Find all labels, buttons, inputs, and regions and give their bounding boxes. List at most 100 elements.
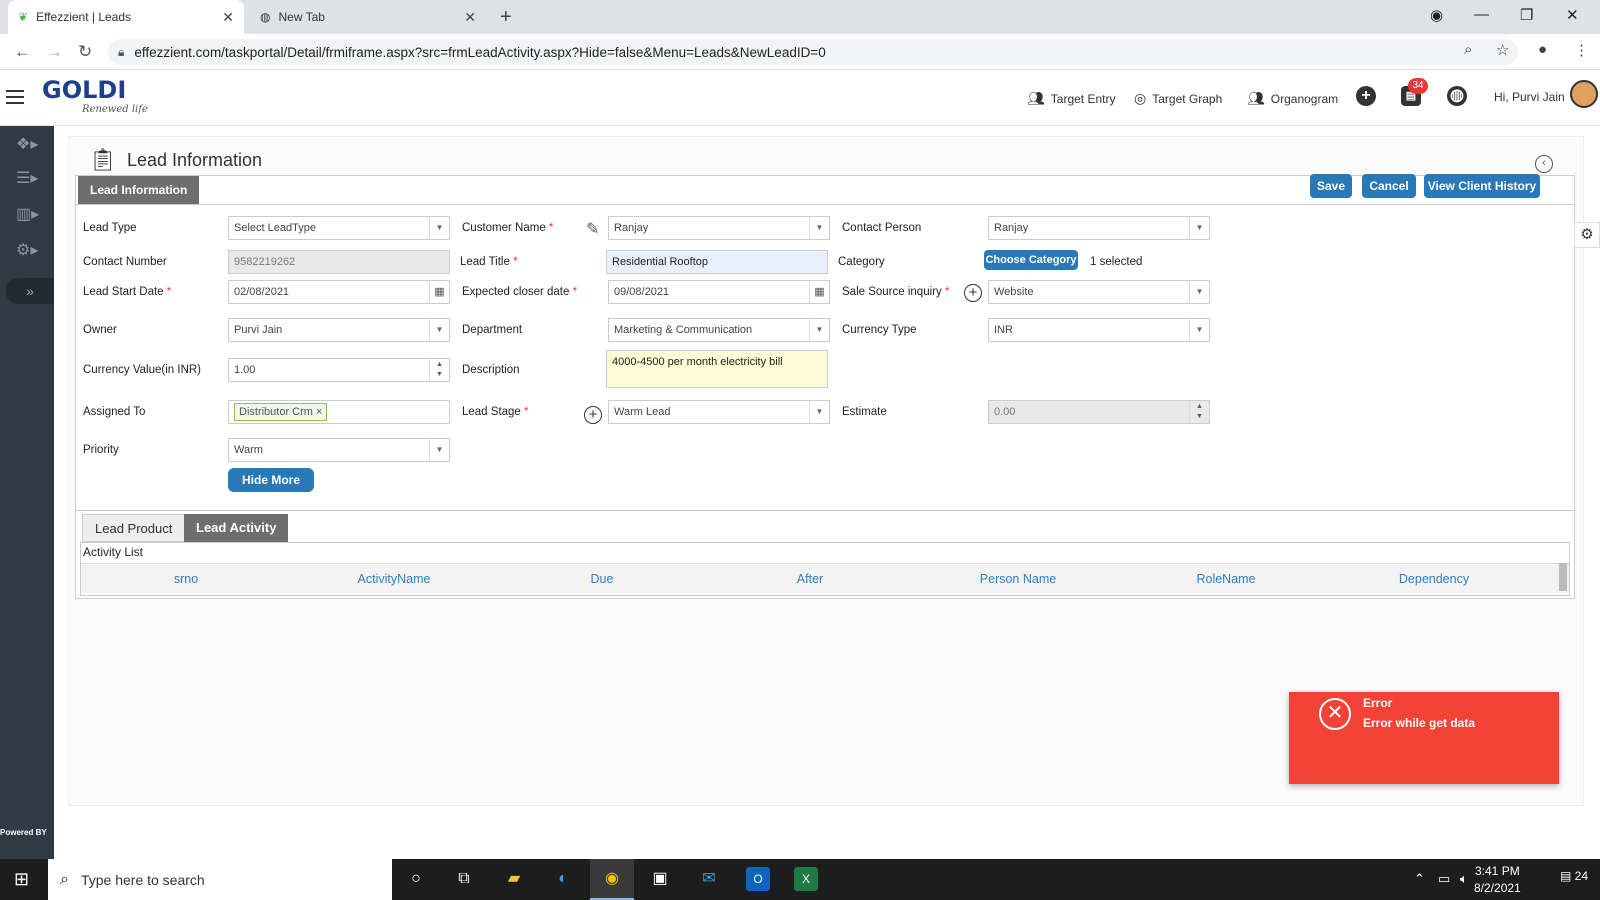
new-tab-icon[interactable]: +: [500, 6, 512, 29]
taskbar-search[interactable]: ⌕ Type here to search: [48, 859, 392, 900]
account-icon[interactable]: ●: [1538, 41, 1547, 58]
network-icon[interactable]: ▭: [1438, 871, 1450, 887]
owner-select[interactable]: Purvi Jain ▼: [228, 318, 450, 342]
currency-type-select[interactable]: INR ▼: [988, 318, 1210, 342]
chrome-icon[interactable]: ◉: [600, 867, 624, 891]
volume-icon[interactable]: 🔈︎: [1460, 871, 1468, 887]
edit-customer-icon[interactable]: ✎: [586, 219, 599, 239]
dashboard-icon[interactable]: ❖▸: [16, 134, 38, 154]
restore-icon[interactable]: ❐: [1520, 6, 1533, 24]
estimate-field[interactable]: 0.00 ▲ ▼: [988, 400, 1210, 424]
save-button[interactable]: Save: [1310, 174, 1352, 198]
organogram-link[interactable]: 👥︎ Organogram: [1247, 90, 1338, 107]
tab-lead-activity[interactable]: Lead Activity: [184, 514, 289, 542]
priority-select[interactable]: Warm ▼: [228, 438, 450, 462]
column-after[interactable]: After: [750, 572, 870, 586]
forward-icon[interactable]: →: [46, 42, 63, 62]
column-role-name[interactable]: RoleName: [1166, 572, 1286, 586]
scrollbar[interactable]: [1559, 563, 1567, 591]
gear-icon[interactable]: ⚙▸: [16, 240, 38, 260]
category-selected-count: 1 selected: [1090, 256, 1143, 268]
collapse-icon[interactable]: ‹: [1535, 155, 1553, 173]
target-graph-link[interactable]: ◎ Target Graph: [1134, 90, 1222, 107]
contact-person-label: Contact Person: [842, 222, 922, 234]
error-toast[interactable]: ✕ Error Error while get data: [1289, 692, 1559, 784]
department-select[interactable]: Marketing & Communication ▼: [608, 318, 830, 342]
choose-category-button[interactable]: Choose Category: [984, 250, 1078, 270]
action-center-icon[interactable]: ▤ 24: [1560, 869, 1588, 883]
windows-start-icon[interactable]: ⊞: [14, 869, 29, 890]
settings-gear-icon[interactable]: ⚙: [1574, 222, 1600, 248]
database-icon[interactable]: ☰▸: [16, 168, 38, 188]
target-entry-link[interactable]: 👥︎ Target Entry: [1027, 90, 1115, 107]
customer-name-select[interactable]: Ranjay ▼: [608, 216, 830, 240]
profile-dropdown-icon[interactable]: ◉: [1430, 6, 1443, 24]
calendar-icon[interactable]: ▦: [429, 281, 449, 303]
add-icon[interactable]: +: [1356, 86, 1376, 106]
avatar[interactable]: [1570, 80, 1598, 108]
sale-source-select[interactable]: Website ▼: [988, 280, 1210, 304]
users-icon: 👥︎: [1027, 90, 1045, 106]
reload-icon[interactable]: ↻: [78, 42, 92, 62]
section-tab-lead-information[interactable]: Lead Information: [78, 176, 200, 204]
add-sale-source-icon[interactable]: +: [964, 284, 982, 302]
store-icon[interactable]: ▣: [648, 867, 672, 891]
lead-title-field[interactable]: Residential Rooftop: [606, 250, 828, 274]
stepper-icon[interactable]: ▲ ▼: [1189, 401, 1209, 423]
user-greeting[interactable]: Hi, Purvi Jain: [1494, 90, 1565, 104]
contact-number-field[interactable]: 9582219262: [228, 250, 450, 274]
minimize-icon[interactable]: —: [1474, 6, 1489, 23]
browser-tab-new[interactable]: ◍ New Tab ✕: [250, 0, 486, 34]
edge-icon[interactable]: ◐: [551, 867, 575, 891]
lead-start-date-field[interactable]: 02/08/2021 ▦: [228, 280, 450, 304]
expand-sidebar-icon[interactable]: »: [6, 278, 54, 304]
back-icon[interactable]: ←: [14, 42, 31, 62]
lead-type-label: Lead Type: [83, 222, 137, 234]
taskbar-clock[interactable]: 3:41 PM 8/2/2021: [1474, 863, 1521, 897]
mail-icon[interactable]: ✉: [697, 867, 721, 891]
expected-closer-date-field[interactable]: 09/08/2021 ▦: [608, 280, 830, 304]
chevron-up-icon[interactable]: ⌃: [1414, 871, 1425, 887]
task-view-icon[interactable]: ⧉: [452, 867, 476, 891]
column-dependency[interactable]: Dependency: [1374, 572, 1494, 586]
column-srno[interactable]: srno: [126, 572, 246, 586]
zoom-icon[interactable]: ⌕: [1464, 41, 1472, 58]
file-explorer-icon[interactable]: ▰: [502, 867, 526, 891]
divider: [76, 204, 1574, 205]
cancel-button[interactable]: Cancel: [1362, 174, 1416, 198]
add-lead-stage-icon[interactable]: +: [584, 406, 602, 424]
close-icon[interactable]: ✕: [222, 9, 234, 26]
hamburger-icon[interactable]: [6, 90, 24, 104]
assigned-to-field[interactable]: Distributor Crm ×: [228, 400, 450, 424]
chevron-down-icon: ▼: [429, 217, 449, 239]
star-icon[interactable]: ☆: [1496, 41, 1509, 59]
stepper-icon[interactable]: ▲ ▼: [429, 359, 449, 381]
chart-icon[interactable]: ▥▸: [16, 204, 39, 224]
description-textarea[interactable]: 4000-4500 per month electricity bill: [606, 350, 828, 388]
view-client-history-button[interactable]: View Client History: [1424, 174, 1540, 198]
excel-icon[interactable]: X: [794, 867, 818, 891]
cortana-icon[interactable]: ○: [404, 867, 428, 891]
globe-icon[interactable]: ◍: [1447, 86, 1467, 106]
powered-by-label: Powered BY: [0, 828, 47, 837]
currency-value-field[interactable]: 1.00 ▲ ▼: [228, 358, 450, 382]
lead-start-date-label-text: Lead Start Date: [83, 286, 164, 298]
remove-chip-icon[interactable]: ×: [316, 406, 322, 418]
window-close-icon[interactable]: ✕: [1566, 6, 1579, 24]
column-due[interactable]: Due: [542, 572, 662, 586]
target-entry-label: Target Entry: [1050, 91, 1116, 106]
browser-tab-effezzient[interactable]: ❦ Effezzient | Leads ✕: [8, 0, 244, 34]
calendar-icon[interactable]: ▦: [809, 281, 829, 303]
lead-stage-select[interactable]: Warm Lead ▼: [608, 400, 830, 424]
menu-kebab-icon[interactable]: ⋮: [1574, 41, 1589, 59]
url-field[interactable]: 🔒︎ effezzient.com/taskportal/Detail/frmi…: [108, 39, 1518, 65]
column-person-name[interactable]: Person Name: [958, 572, 1078, 586]
lead-type-select[interactable]: Select LeadType ▼: [228, 216, 450, 240]
assignee-chip[interactable]: Distributor Crm ×: [234, 403, 328, 421]
outlook-icon[interactable]: O: [746, 867, 770, 891]
contact-person-select[interactable]: Ranjay ▼: [988, 216, 1210, 240]
tab-lead-product[interactable]: Lead Product: [82, 514, 186, 542]
close-icon[interactable]: ✕: [464, 9, 476, 26]
hide-more-button[interactable]: Hide More: [228, 468, 314, 492]
column-activity-name[interactable]: ActivityName: [334, 572, 454, 586]
